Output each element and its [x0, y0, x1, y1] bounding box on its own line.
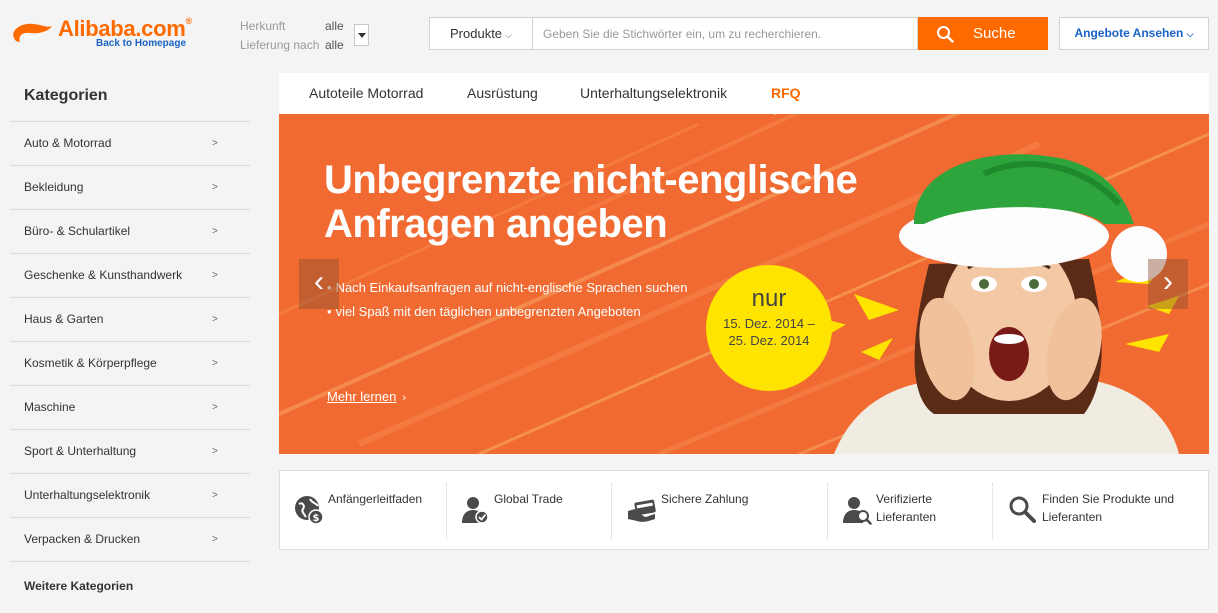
feature-beginners-guide[interactable]: $ Anfängerleitfaden: [294, 471, 444, 549]
categories-title: Kategorien: [10, 76, 250, 122]
feature-label: Global Trade: [494, 492, 563, 506]
feature-verified-suppliers[interactable]: Verifizierte Lieferanten: [842, 471, 992, 549]
feature-secure-payment[interactable]: Sichere Zahlung: [627, 471, 807, 549]
banner-title: Unbegrenzte nicht-englische Anfragen ang…: [324, 158, 858, 246]
view-offers-button[interactable]: Angebote Ansehen ⌵: [1059, 17, 1209, 50]
chevron-down-icon: ⌵: [1186, 29, 1194, 39]
search-button-label: Suche: [973, 25, 1016, 42]
promo-banner[interactable]: Unbegrenzte nicht-englische Anfragen ang…: [279, 114, 1209, 454]
alibaba-smile-icon: [13, 23, 53, 42]
category-auto-motorrad[interactable]: Auto & Motorrad >: [10, 122, 250, 166]
features-strip: $ Anfängerleitfaden Global Trade Sichere…: [279, 470, 1209, 550]
search-icon: [937, 26, 954, 43]
location-labels: Herkunft Lieferung nach: [240, 17, 319, 55]
delivery-value: alle: [325, 38, 344, 52]
banner-tabs: Autoteile Motorrad Ausrüstung Unterhaltu…: [279, 73, 1209, 115]
feature-global-trade[interactable]: Global Trade: [460, 471, 610, 549]
category-geschenke-kunsthandwerk[interactable]: Geschenke & Kunsthandwerk >: [10, 254, 250, 298]
magnifier-icon: [1009, 496, 1036, 523]
chevron-right-icon: >: [212, 446, 218, 457]
feature-separator: [446, 483, 447, 539]
feature-separator: [992, 483, 993, 539]
delivery-label: Lieferung nach: [240, 38, 320, 52]
banner-bullet: viel Spaß mit den täglichen unbegrenzten…: [327, 300, 688, 324]
user-search-icon: [843, 497, 872, 525]
chevron-right-icon: >: [212, 182, 218, 193]
origin-label: Herkunft: [240, 19, 286, 33]
chevron-right-icon: >: [212, 226, 218, 237]
feature-label: Finden Sie Produkte und Lieferanten: [1042, 492, 1175, 524]
search-button[interactable]: Suche: [918, 17, 1048, 50]
date-badge: nur 15. Dez. 2014 – 25. Dez. 2014: [706, 265, 832, 391]
chevron-right-icon: >: [212, 490, 218, 501]
tab-autoteile-motorrad[interactable]: Autoteile Motorrad: [309, 73, 423, 114]
chevron-right-icon: ›: [402, 392, 407, 404]
tab-unterhaltungselektronik[interactable]: Unterhaltungselektronik: [580, 73, 727, 114]
chevron-right-icon: >: [212, 138, 218, 149]
chevron-right-icon: >: [212, 534, 218, 545]
slider-next-button[interactable]: ›: [1148, 259, 1188, 309]
feature-find-products-suppliers[interactable]: Finden Sie Produkte und Lieferanten: [1008, 471, 1198, 549]
alibaba-logo[interactable]: Alibaba.com® Back to Homepage: [8, 14, 208, 54]
learn-more-link[interactable]: Mehr lernen ›: [327, 389, 406, 404]
category-bekleidung[interactable]: Bekleidung >: [10, 166, 250, 210]
surprised-woman-santa-hat-image: [834, 154, 1179, 454]
globe-dollar-icon: $: [295, 496, 324, 525]
chevron-right-icon: >: [212, 314, 218, 325]
category-maschine[interactable]: Maschine >: [10, 386, 250, 430]
category-sidebar: Kategorien Auto & Motorrad > Bekleidung > …: [10, 76, 250, 606]
tab-ausruestung[interactable]: Ausrüstung: [467, 73, 538, 114]
active-tab-pointer: [766, 106, 784, 115]
chevron-right-icon: >: [212, 358, 218, 369]
chevron-down-icon: ⌵: [505, 30, 512, 40]
search-bar: Produkte⌵ Suche: [429, 17, 1048, 50]
slider-prev-button[interactable]: ‹: [299, 259, 339, 309]
category-unterhaltungselektronik[interactable]: Unterhaltungselektronik >: [10, 474, 250, 518]
chevron-right-icon: >: [212, 402, 218, 413]
svg-text:$: $: [313, 513, 320, 524]
user-check-icon: [462, 497, 489, 524]
chevron-right-icon: >: [212, 270, 218, 281]
card-hand-icon: [628, 499, 656, 522]
category-buero-schulartikel[interactable]: Büro- & Schulartikel >: [10, 210, 250, 254]
location-values: alle alle: [325, 17, 344, 55]
search-category-select[interactable]: Produkte ⌵: [429, 17, 532, 50]
feature-label: Anfängerleitfaden: [328, 492, 423, 506]
feature-separator: [611, 483, 612, 539]
banner-bullet: Nach Einkaufsanfragen auf nicht-englisch…: [327, 276, 688, 300]
category-sport-unterhaltung[interactable]: Sport & Unterhaltung >: [10, 430, 250, 474]
site-header: Alibaba.com® Back to Homepage Herkunft L…: [0, 0, 1218, 70]
banner-bullets: Nach Einkaufsanfragen auf nicht-englisch…: [327, 276, 688, 324]
feature-separator: [827, 483, 828, 539]
feature-label: Verifizierte Lieferanten: [876, 492, 937, 524]
origin-value: alle: [325, 19, 344, 33]
category-kosmetik-koerperpflege[interactable]: Kosmetik & Körperpflege >: [10, 342, 250, 386]
category-verpacken-drucken[interactable]: Verpacken & Drucken >: [10, 518, 250, 562]
feature-label: Sichere Zahlung: [661, 492, 749, 506]
more-categories-link[interactable]: Weitere Kategorien: [10, 562, 250, 606]
search-input[interactable]: [532, 17, 918, 50]
back-to-homepage-link[interactable]: Back to Homepage: [96, 38, 186, 49]
location-dropdown-button[interactable]: [354, 24, 369, 46]
category-haus-garten[interactable]: Haus & Garten >: [10, 298, 250, 342]
